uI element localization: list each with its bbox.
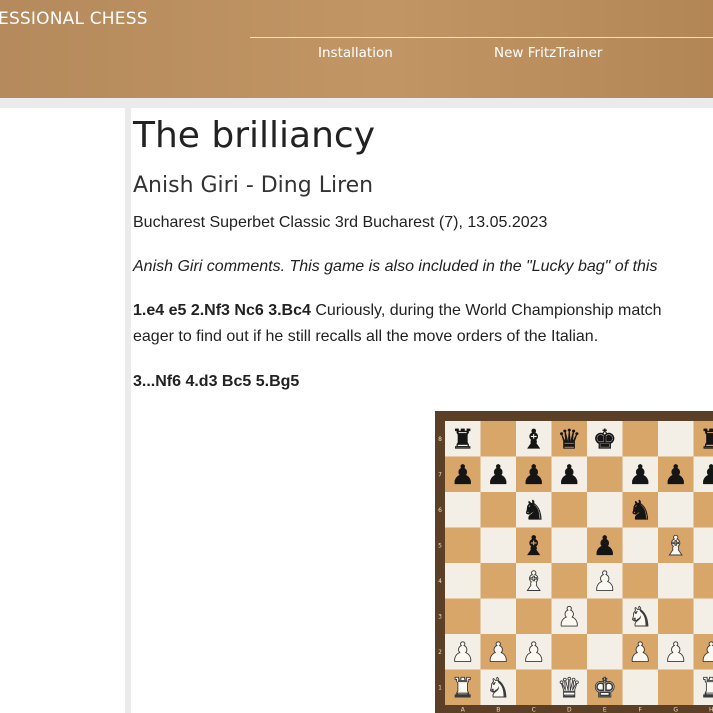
black-rook-icon[interactable]: ♜ xyxy=(450,425,475,456)
board-square-h4[interactable] xyxy=(693,563,713,599)
rank-label: 7 xyxy=(438,471,442,478)
nav-new-fritztrainer[interactable]: New FritzTrainer xyxy=(494,45,602,61)
white-pawn-icon[interactable]: ♟ xyxy=(557,602,582,634)
rank-label: 2 xyxy=(438,649,442,656)
board-square-c1[interactable] xyxy=(516,669,552,706)
board-square-d5[interactable] xyxy=(551,527,588,564)
white-rook-icon[interactable]: ♜ xyxy=(450,673,475,705)
file-label: D xyxy=(567,707,572,713)
board-square-e3[interactable] xyxy=(587,598,623,635)
board-square-b4[interactable] xyxy=(480,563,517,599)
board-square-g3[interactable] xyxy=(658,598,694,635)
board-square-h3[interactable] xyxy=(693,598,713,635)
white-pawn-icon[interactable]: ♟ xyxy=(628,637,653,669)
board-square-f8[interactable] xyxy=(622,421,659,457)
board-square-a3[interactable] xyxy=(445,598,481,635)
chess-board[interactable]: 8 7 6 5 4 3 2 1 A B C D E F G H ♜ ♝ ♛ ♚ ♜ ♟ ♟ ♟ ♟ ♟ ♟ ♟ ♞ ♞ ♝ ♟ ♝ ♝ ♟ ♟ ♞ ♟ ♟ ♟… xyxy=(435,411,713,713)
file-label: F xyxy=(639,707,643,713)
black-pawn-icon[interactable]: ♟ xyxy=(486,460,511,491)
board-square-f1[interactable] xyxy=(622,669,659,706)
board-square-a6[interactable] xyxy=(445,492,481,528)
board-square-d2[interactable] xyxy=(551,634,588,670)
black-rook-icon[interactable]: ♜ xyxy=(699,425,713,456)
board-square-g4[interactable] xyxy=(658,563,694,599)
move-text-2: 3...Nf6 4.d3 Bc5 5.Bg5 xyxy=(133,373,300,390)
board-square-f4[interactable] xyxy=(622,563,659,599)
page-title: The brilliancy xyxy=(133,115,376,156)
black-pawn-icon[interactable]: ♟ xyxy=(521,460,546,491)
white-king-icon[interactable]: ♚ xyxy=(592,673,617,705)
chess-board-canvas: 87654321A B C D E F G H♜ ♝ ♛ ♚ ♜♟ ♟ ♟ ♟ ♟ ♟ ♟♞ ♞♝ ♟ ♝♝ ♟♟ ♞♟ ♟ ♟… xyxy=(438,421,713,713)
board-square-b8[interactable] xyxy=(480,421,517,457)
board-square-b6[interactable] xyxy=(480,492,517,528)
white-pawn-icon[interactable]: ♟ xyxy=(486,637,511,669)
black-pawn-icon[interactable]: ♟ xyxy=(450,460,475,491)
black-knight-icon[interactable]: ♞ xyxy=(521,496,546,527)
comment-text: Curiously, during the World Championship… xyxy=(310,302,662,319)
black-bishop-icon[interactable]: ♝ xyxy=(521,531,546,562)
white-knight-icon[interactable]: ♞ xyxy=(486,673,511,705)
rank-label: 1 xyxy=(438,684,442,691)
game-players: Anish Giri - Ding Liren xyxy=(133,173,374,198)
board-square-e2[interactable] xyxy=(587,634,623,670)
board-square-e7[interactable] xyxy=(587,456,623,493)
site-brand[interactable]: ESSIONAL CHESS xyxy=(0,9,148,29)
rank-label: 3 xyxy=(438,613,442,620)
white-pawn-icon[interactable]: ♟ xyxy=(663,637,688,669)
rank-label: 8 xyxy=(438,436,442,443)
rank-label: 5 xyxy=(438,542,442,549)
nav-installation[interactable]: Installation xyxy=(318,45,393,61)
board-square-f5[interactable] xyxy=(622,527,659,564)
board-square-b3[interactable] xyxy=(480,598,517,635)
black-knight-icon[interactable]: ♞ xyxy=(628,496,653,527)
black-pawn-icon[interactable]: ♟ xyxy=(663,460,688,491)
intro-text: Anish Giri comments. This game is also i… xyxy=(133,258,658,275)
white-pawn-icon[interactable]: ♟ xyxy=(450,637,475,669)
white-pawn-icon[interactable]: ♟ xyxy=(699,637,713,669)
black-bishop-icon[interactable]: ♝ xyxy=(521,425,546,456)
file-label: E xyxy=(603,707,607,713)
white-knight-icon[interactable]: ♞ xyxy=(628,602,653,634)
black-queen-icon[interactable]: ♛ xyxy=(557,425,582,456)
header-divider-strip xyxy=(0,98,713,108)
board-square-g8[interactable] xyxy=(658,421,694,457)
board-square-h6[interactable] xyxy=(693,492,713,528)
black-pawn-icon[interactable]: ♟ xyxy=(592,531,617,562)
annotation-paragraph-1: 1.e4 e5 2.Nf3 Nc6 3.Bc4 Curiously, durin… xyxy=(133,302,662,320)
board-square-d4[interactable] xyxy=(551,563,588,599)
site-header: ESSIONAL CHESS Installation New FritzTra… xyxy=(0,0,713,98)
white-queen-icon[interactable]: ♛ xyxy=(557,673,582,705)
white-rook-icon[interactable]: ♜ xyxy=(699,673,713,705)
file-label: A xyxy=(461,707,466,713)
file-label: C xyxy=(532,707,536,713)
black-king-icon[interactable]: ♚ xyxy=(592,425,617,456)
rank-label: 4 xyxy=(438,578,442,585)
black-pawn-icon[interactable]: ♟ xyxy=(628,460,653,491)
board-square-c3[interactable] xyxy=(516,598,552,635)
black-pawn-icon[interactable]: ♟ xyxy=(557,460,582,491)
board-square-g1[interactable] xyxy=(658,669,694,706)
white-pawn-icon[interactable]: ♟ xyxy=(592,566,617,598)
board-square-g6[interactable] xyxy=(658,492,694,528)
board-square-a4[interactable] xyxy=(445,563,481,599)
board-square-e6[interactable] xyxy=(587,492,623,528)
file-label: G xyxy=(673,707,678,713)
game-event: Bucharest Superbet Classic 3rd Bucharest… xyxy=(133,214,548,231)
nav-divider xyxy=(250,37,713,38)
black-pawn-icon[interactable]: ♟ xyxy=(699,460,713,491)
file-label: H xyxy=(709,707,713,713)
file-label: B xyxy=(496,707,500,713)
board-square-a5[interactable] xyxy=(445,527,481,564)
rank-label: 6 xyxy=(438,507,442,514)
move-text: 1.e4 e5 2.Nf3 Nc6 3.Bc4 xyxy=(133,302,311,319)
white-bishop-icon[interactable]: ♝ xyxy=(521,566,546,598)
white-pawn-icon[interactable]: ♟ xyxy=(521,637,546,669)
board-square-d6[interactable] xyxy=(551,492,588,528)
board-square-b5[interactable] xyxy=(480,527,517,564)
white-bishop-icon[interactable]: ♝ xyxy=(663,531,688,563)
board-square-h5[interactable] xyxy=(693,527,713,564)
annotation-paragraph-1-line-2: eager to find out if he still recalls al… xyxy=(133,328,599,345)
